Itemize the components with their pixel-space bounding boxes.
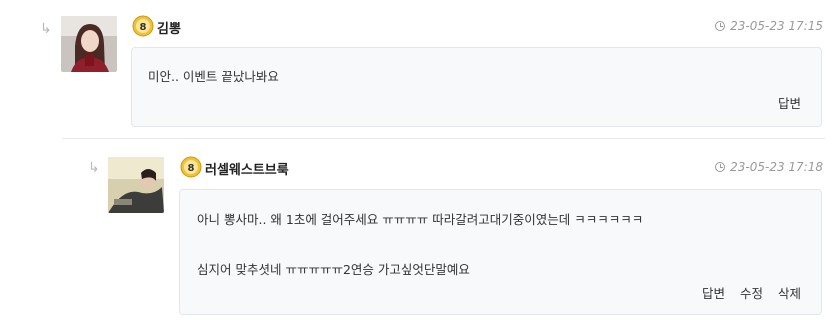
comment-actions: 답변 수정 삭제 xyxy=(702,283,801,302)
comment-text-line: 아니 뽕사마.. 왜 1초에 걸어주세요 ㅠㅠㅠㅠ 따라갈려고대기중이였는데 ㅋ… xyxy=(197,212,644,227)
comment-body: 아니 뽕사마.. 왜 1초에 걸어주세요 ㅠㅠㅠㅠ 따라갈려고대기중이였는데 ㅋ… xyxy=(179,189,822,315)
delete-button[interactable]: 삭제 xyxy=(778,283,801,302)
avatar[interactable] xyxy=(61,16,117,72)
avatar[interactable] xyxy=(108,157,164,213)
author-name[interactable]: 러셀웨스트브룩 xyxy=(205,159,289,178)
comment-actions: 답변 xyxy=(778,93,801,112)
edit-button[interactable]: 수정 xyxy=(740,283,763,302)
level-number: 8 xyxy=(188,163,195,174)
reply-arrow-icon: ↳ xyxy=(88,160,100,176)
comment-timestamp: 23-05-23 17:15 xyxy=(715,19,823,33)
level-badge-icon: 8 xyxy=(132,15,154,37)
comment-divider xyxy=(62,138,825,139)
reply-button[interactable]: 답변 xyxy=(778,93,801,112)
comment-text-line: 미안.. 이벤트 끝났나봐요 xyxy=(148,69,279,84)
author-name[interactable]: 김뽕 xyxy=(157,18,181,37)
clock-icon xyxy=(715,21,726,31)
clock-icon xyxy=(715,162,726,172)
level-badge-icon: 8 xyxy=(180,156,202,178)
comment-body: 미안.. 이벤트 끝났나봐요 답변 xyxy=(131,47,822,127)
comment-timestamp: 23-05-23 17:18 xyxy=(715,160,823,174)
reply-button[interactable]: 답변 xyxy=(702,283,725,302)
comment-text-line: 심지어 맞추셧네 ㅠㅠㅠㅠㅠ2연승 가고싶엇단말예요 xyxy=(197,262,470,277)
timestamp-text: 23-05-23 17:15 xyxy=(730,19,823,33)
timestamp-text: 23-05-23 17:18 xyxy=(730,160,823,174)
reply-arrow-icon: ↳ xyxy=(40,21,52,37)
level-number: 8 xyxy=(140,22,147,33)
